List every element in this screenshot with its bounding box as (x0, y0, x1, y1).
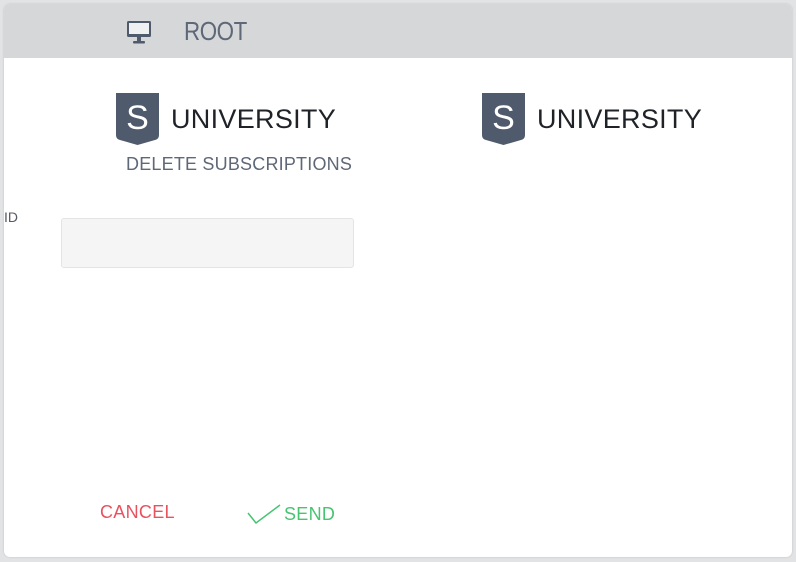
university-logo: S UNIVERSITY (116, 93, 336, 145)
logo-text: UNIVERSITY (171, 104, 337, 134)
send-button[interactable]: SEND (246, 500, 335, 528)
header-title: ROOT (184, 16, 247, 46)
university-shield-logo: S (116, 93, 159, 145)
university-logo-secondary: S UNIVERSITY (482, 93, 702, 145)
cancel-button[interactable]: CANCEL (100, 502, 175, 523)
page-title: DELETE SUBSCRIPTIONS (126, 154, 353, 174)
id-field[interactable] (61, 218, 354, 268)
id-label: ID (4, 209, 18, 225)
logo-letter: S (126, 99, 149, 137)
header-bar: ROOT (4, 4, 792, 58)
check-icon (247, 504, 281, 525)
logo-letter: S (492, 99, 515, 137)
logo-text: UNIVERSITY (537, 104, 703, 134)
monitor-icon (127, 21, 151, 44)
university-shield-logo: S (482, 93, 525, 145)
dialog-window: ROOT S UNIVERSITY S UNIVERSITY DELETE SU… (4, 4, 792, 557)
send-label: SEND (284, 503, 336, 524)
